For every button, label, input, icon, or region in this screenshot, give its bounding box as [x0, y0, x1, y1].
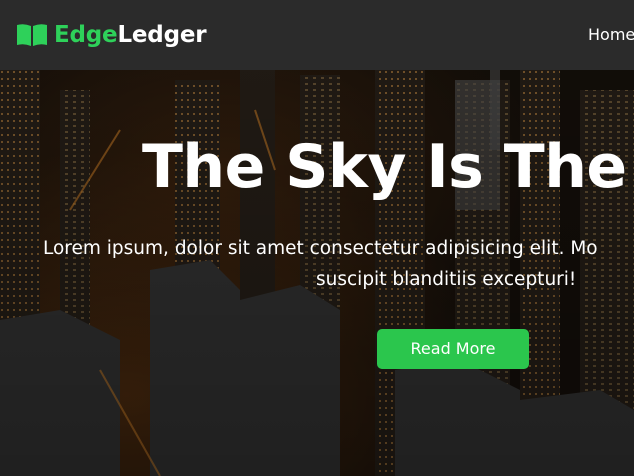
brand-name: EdgeLedger — [54, 22, 207, 48]
nav-links: Home — [588, 24, 634, 46]
hero-section: The Sky Is The L Lorem ipsum, dolor sit … — [0, 70, 634, 476]
nav-link-home[interactable]: Home — [588, 25, 634, 44]
brand-logo[interactable]: EdgeLedger — [16, 20, 207, 50]
brand-name-edge: Edge — [54, 22, 118, 48]
hero-title: The Sky Is The L — [142, 132, 634, 202]
hero-description-line-1: Lorem ipsum, dolor sit amet consectetur … — [43, 238, 598, 259]
brand-name-ledger: Ledger — [117, 22, 207, 48]
read-more-button[interactable]: Read More — [377, 329, 529, 369]
hero-description-line-2: suscipit blanditiis excepturi! — [316, 269, 577, 290]
navbar: EdgeLedger Home — [0, 0, 634, 70]
book-open-icon — [17, 24, 47, 46]
